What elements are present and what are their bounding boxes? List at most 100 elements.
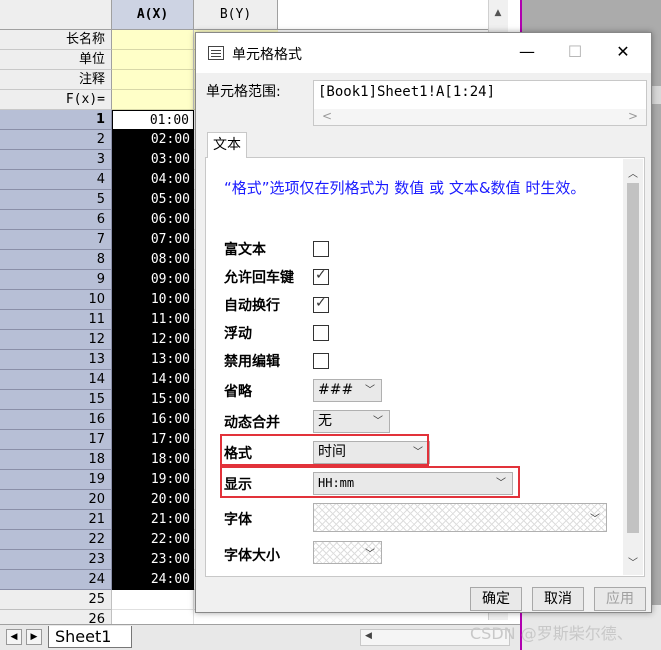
cell-a[interactable]: 11:00: [112, 310, 194, 330]
cell-a[interactable]: 04:00: [112, 170, 194, 190]
cell-a[interactable]: 12:00: [112, 330, 194, 350]
row-number[interactable]: 16: [0, 410, 112, 430]
cell-a[interactable]: 09:00: [112, 270, 194, 290]
watermark: CSDN @罗斯柴尔德、: [470, 624, 633, 643]
range-scrollbar[interactable]: < >: [314, 109, 646, 125]
cell-a[interactable]: 18:00: [112, 450, 194, 470]
range-field[interactable]: [Book1]Sheet1!A[1:24] < >: [313, 80, 647, 126]
chevron-right-icon[interactable]: >: [628, 109, 638, 123]
meta-cell-a[interactable]: [112, 90, 194, 110]
ok-button[interactable]: 确定: [470, 587, 522, 611]
row-number[interactable]: 2: [0, 130, 112, 150]
cell-a[interactable]: 23:00: [112, 550, 194, 570]
dynamic-merge-dropdown[interactable]: 无 ﹀: [313, 410, 390, 433]
cell-a[interactable]: 03:00: [112, 150, 194, 170]
range-value: [Book1]Sheet1!A[1:24]: [318, 84, 496, 100]
meta-label-long-name: 长名称: [0, 30, 112, 50]
row-number[interactable]: 25: [0, 590, 112, 610]
float-checkbox[interactable]: [313, 325, 329, 341]
ellipsis-dropdown[interactable]: ### ﹀: [313, 379, 382, 402]
format-highlight: [220, 434, 429, 466]
row-number[interactable]: 23: [0, 550, 112, 570]
cell-a[interactable]: 15:00: [112, 390, 194, 410]
cell-a[interactable]: 07:00: [112, 230, 194, 250]
next-sheet-icon[interactable]: ▶: [26, 629, 42, 645]
minimize-button[interactable]: —: [512, 39, 542, 65]
cell-a[interactable]: 16:00: [112, 410, 194, 430]
cell-a[interactable]: 14:00: [112, 370, 194, 390]
font-dropdown[interactable]: ﹀: [313, 503, 607, 532]
rich-text-label: 富文本: [224, 242, 266, 258]
auto-wrap-checkbox[interactable]: [313, 295, 329, 313]
column-header-b[interactable]: B(Y): [194, 0, 278, 30]
cell-a[interactable]: 20:00: [112, 490, 194, 510]
row-number[interactable]: 13: [0, 350, 112, 370]
row-number[interactable]: 24: [0, 570, 112, 590]
row-number[interactable]: 22: [0, 530, 112, 550]
chevron-down-icon: ﹀: [365, 549, 375, 560]
display-highlight: [220, 466, 520, 498]
maximize-button[interactable]: ☐: [560, 39, 590, 65]
font-label: 字体: [224, 512, 252, 528]
row-number[interactable]: 11: [0, 310, 112, 330]
row-number[interactable]: 10: [0, 290, 112, 310]
row-number[interactable]: 9: [0, 270, 112, 290]
row-number[interactable]: 18: [0, 450, 112, 470]
row-number[interactable]: 21: [0, 510, 112, 530]
row-number[interactable]: 15: [0, 390, 112, 410]
meta-label-formula: F(x)=: [0, 90, 112, 110]
row-number[interactable]: 3: [0, 150, 112, 170]
row-number[interactable]: 14: [0, 370, 112, 390]
scroll-up-icon[interactable]: ▲: [491, 6, 505, 20]
cell-a[interactable]: 21:00: [112, 510, 194, 530]
cell-a[interactable]: 19:00: [112, 470, 194, 490]
row-number[interactable]: 20: [0, 490, 112, 510]
row-number[interactable]: 1: [0, 110, 112, 130]
scroll-thumb[interactable]: [627, 183, 639, 533]
row-number[interactable]: 19: [0, 470, 112, 490]
cell-a[interactable]: 17:00: [112, 430, 194, 450]
panel-scrollbar[interactable]: ︿ ﹀: [623, 159, 643, 575]
rich-text-checkbox[interactable]: [313, 241, 329, 257]
cell-a[interactable]: 06:00: [112, 210, 194, 230]
cell-a[interactable]: 05:00: [112, 190, 194, 210]
row-number[interactable]: 4: [0, 170, 112, 190]
chevron-up-icon[interactable]: ︿: [628, 165, 638, 180]
font-size-dropdown[interactable]: ﹀: [313, 541, 382, 564]
tab-text[interactable]: 文本: [207, 132, 247, 158]
cell-a[interactable]: [112, 590, 194, 610]
cell-a[interactable]: 13:00: [112, 350, 194, 370]
scroll-left-icon[interactable]: ◀: [365, 631, 372, 641]
cell-a[interactable]: 01:00: [112, 110, 194, 130]
title-bar[interactable]: 单元格格式 — ☐ ✕: [196, 33, 651, 73]
cell-a[interactable]: 02:00: [112, 130, 194, 150]
float-label: 浮动: [224, 326, 252, 342]
sheet-tab-bar: ◀ ▶ Sheet1 ◀: [0, 624, 520, 650]
row-number[interactable]: 8: [0, 250, 112, 270]
row-number[interactable]: 17: [0, 430, 112, 450]
close-button[interactable]: ✕: [608, 39, 638, 65]
allow-enter-checkbox[interactable]: [313, 267, 329, 285]
meta-cell-a[interactable]: [112, 30, 194, 50]
column-header-a[interactable]: A(X): [112, 0, 194, 30]
row-number[interactable]: 12: [0, 330, 112, 350]
disable-edit-checkbox[interactable]: [313, 353, 329, 369]
chevron-down-icon[interactable]: ﹀: [628, 554, 638, 569]
dynamic-merge-value: 无: [318, 413, 332, 429]
row-number[interactable]: 7: [0, 230, 112, 250]
row-number[interactable]: 5: [0, 190, 112, 210]
chevron-left-icon[interactable]: <: [322, 109, 332, 123]
cancel-button[interactable]: 取消: [532, 587, 584, 611]
row-number[interactable]: 6: [0, 210, 112, 230]
format-note: “格式”选项仅在列格式为 数值 或 文本&数值 时生效。: [224, 179, 586, 197]
cell-a[interactable]: 24:00: [112, 570, 194, 590]
meta-cell-a[interactable]: [112, 70, 194, 90]
prev-sheet-icon[interactable]: ◀: [6, 629, 22, 645]
cell-a[interactable]: 10:00: [112, 290, 194, 310]
cell-a[interactable]: 22:00: [112, 530, 194, 550]
sheet-tab[interactable]: Sheet1: [48, 626, 132, 648]
apply-button[interactable]: 应用: [594, 587, 646, 611]
meta-cell-a[interactable]: [112, 50, 194, 70]
sheet-corner[interactable]: [0, 0, 112, 30]
cell-a[interactable]: 08:00: [112, 250, 194, 270]
